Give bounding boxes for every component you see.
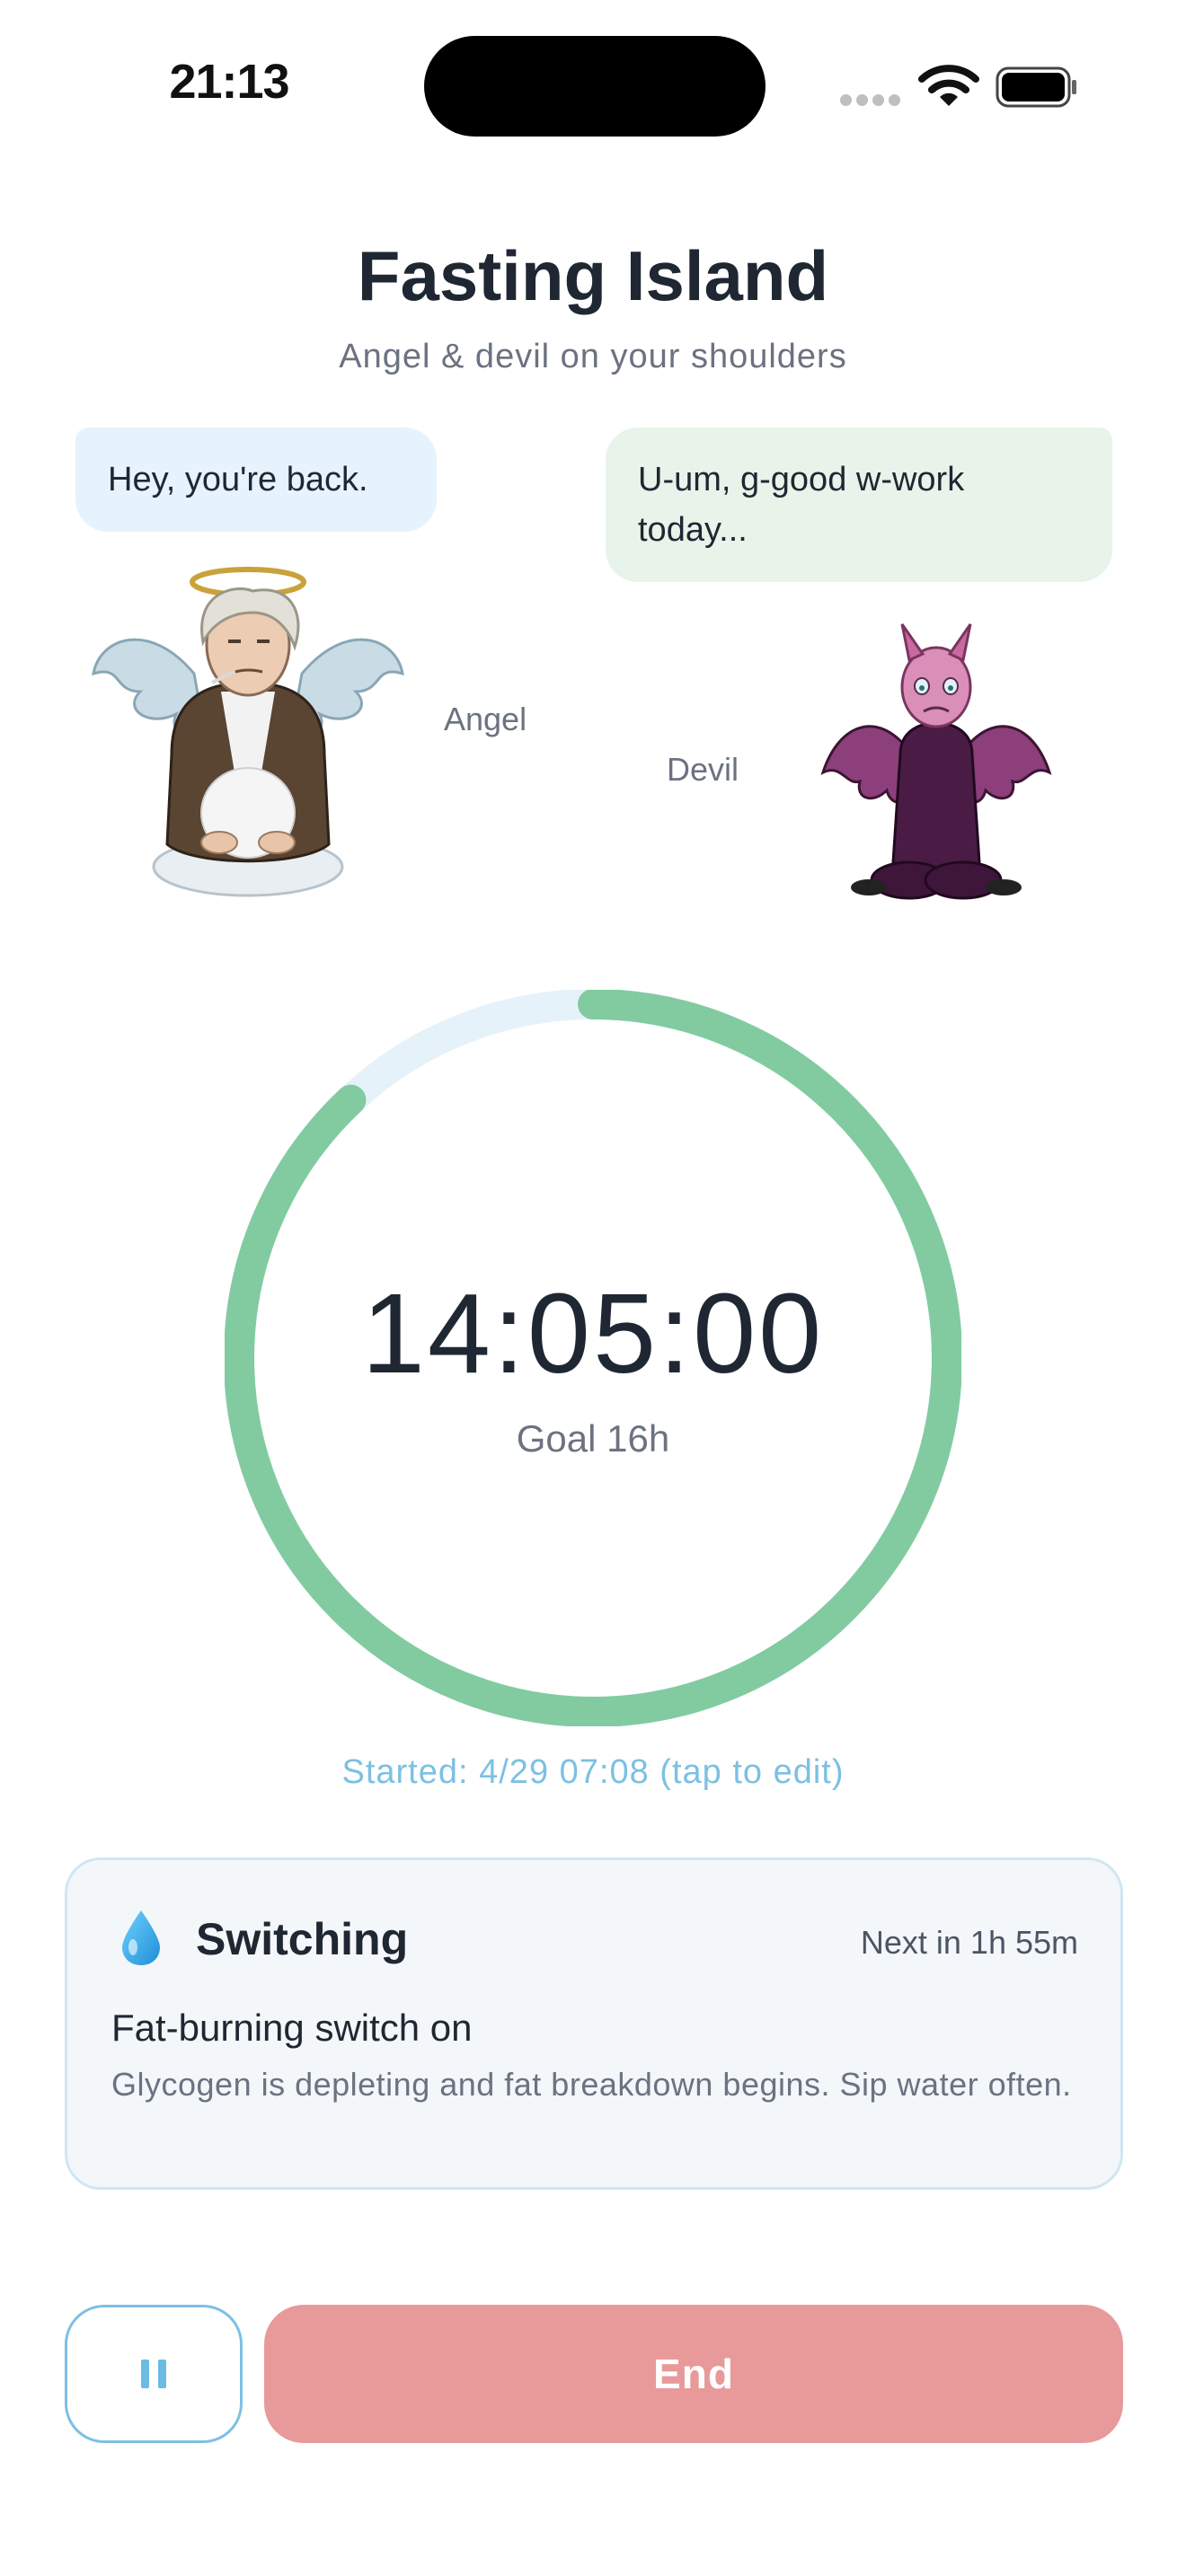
status-bar-time: 21:13: [169, 55, 289, 109]
goal-label: Goal 16h: [516, 1417, 670, 1460]
start-time-edit-link[interactable]: Started: 4/29 07:08 (tap to edit): [0, 1753, 1186, 1792]
pause-icon: [137, 2360, 171, 2388]
next-phase-countdown: Next in 1h 55m: [860, 1924, 1078, 1961]
battery-icon: [996, 66, 1076, 108]
signal-dots-icon: [840, 94, 903, 107]
phase-name: Switching: [196, 1914, 409, 1964]
wifi-icon: [918, 65, 979, 106]
devil-label: Devil: [667, 751, 739, 788]
end-fast-button[interactable]: End: [264, 2305, 1123, 2443]
elapsed-timer: 14:05:00: [361, 1270, 825, 1397]
angel-label: Angel: [444, 701, 527, 737]
devil-speech-bubble: U-um, g-good w-work today...: [606, 428, 1112, 582]
phase-description: Glycogen is depleting and fat breakdown …: [111, 2066, 1072, 2103]
angel-character-icon: [92, 567, 404, 897]
page-title: Fasting Island: [357, 236, 829, 315]
dynamic-island: [424, 36, 766, 137]
water-drop-icon: [122, 1910, 160, 1965]
phase-headline: Fat-burning switch on: [111, 2007, 473, 2049]
page-subtitle: Angel & devil on your shoulders: [339, 338, 847, 375]
devil-character-icon: [820, 623, 1052, 900]
angel-speech-bubble: Hey, you're back.: [75, 428, 437, 532]
pause-button[interactable]: [65, 2305, 243, 2443]
